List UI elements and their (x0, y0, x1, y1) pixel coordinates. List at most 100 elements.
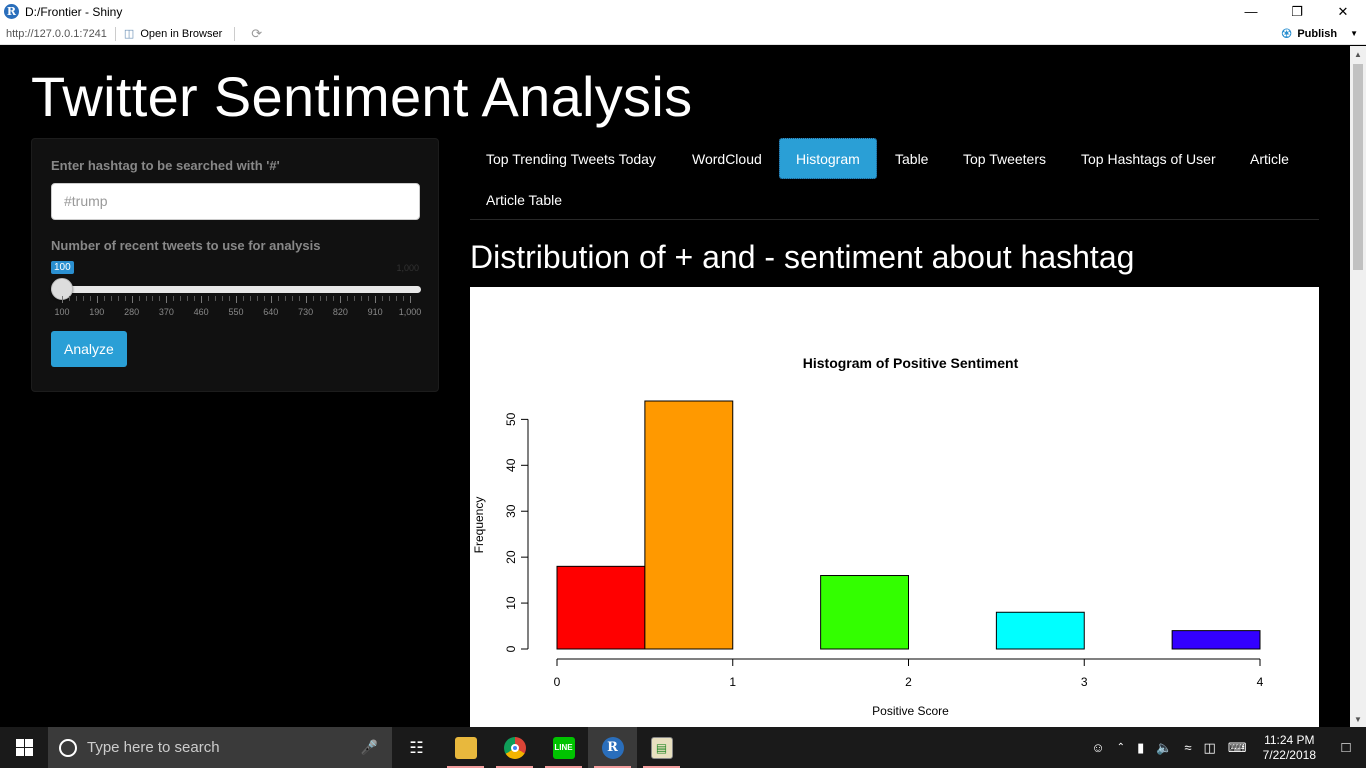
y-axis-label: Frequency (472, 497, 486, 554)
scroll-down-icon[interactable]: ▼ (1350, 711, 1366, 727)
x-tick-label: 3 (1081, 675, 1088, 689)
wifi-icon[interactable]: ≈ (1184, 740, 1191, 755)
chart-app-icon[interactable]: ▤ (637, 727, 686, 768)
slider-ticks (62, 296, 411, 304)
histogram-plot: Histogram of Positive Sentiment 0 1 2 3 4 Posi… (470, 287, 1319, 727)
y-tick-label: 0 (504, 645, 518, 652)
histogram-bar (1171, 630, 1261, 650)
slider-tick (124, 296, 126, 301)
tab-histogram[interactable]: Histogram (779, 138, 877, 179)
minimize-icon[interactable]: — (1228, 0, 1274, 23)
slider-track[interactable] (51, 286, 421, 293)
slider-tick (131, 296, 133, 303)
slider-tick (305, 296, 307, 303)
tweets-count-label: Number of recent tweets to use for analy… (51, 238, 321, 253)
vertical-scrollbar[interactable]: ▲ ▼ (1350, 46, 1366, 727)
analyze-button[interactable]: Analyze (51, 331, 127, 367)
slider-tick (152, 296, 154, 301)
windows-logo-icon (15, 739, 33, 756)
slider-tick-label: 730 (298, 307, 314, 317)
slider-tick (242, 296, 244, 301)
slider-tick (368, 296, 370, 301)
slider-tick (89, 296, 91, 301)
tab-table[interactable]: Table (879, 138, 944, 179)
taskbar: Type here to search 🎤 ☷ LINE R ▤ ☺ ⌃ ▮ 🔈… (0, 727, 1366, 768)
restore-icon[interactable]: ❐ (1274, 0, 1320, 23)
tab-article[interactable]: Article (1234, 138, 1305, 179)
tweets-count-slider[interactable]: 100 1,000 100 190 280 370 460 550 640 730 820 910… (51, 261, 421, 321)
slider-tick (229, 296, 231, 301)
rstudio-icon[interactable]: R (588, 727, 637, 768)
slider-tick (347, 296, 349, 301)
tab-top-tweeters[interactable]: Top Tweeters (947, 138, 1062, 179)
line-app-icon[interactable]: LINE (539, 727, 588, 768)
slider-tick (403, 296, 405, 301)
publish-icon: ♼ (1280, 25, 1293, 41)
slider-tick (180, 296, 182, 301)
slider-tick (277, 296, 279, 301)
slider-tick (270, 296, 272, 303)
histogram-bar (556, 565, 646, 650)
start-button[interactable] (0, 727, 48, 768)
slider-tick-label: 100 (54, 307, 70, 317)
slider-tick (319, 296, 321, 301)
publish-label: Publish (1297, 27, 1338, 40)
task-view-icon[interactable]: ☷ (392, 727, 441, 768)
refresh-icon[interactable]: ⟳ (251, 26, 262, 42)
tab-top-trending[interactable]: Top Trending Tweets Today (470, 138, 672, 179)
slider-tick (201, 296, 203, 303)
window-controls: — ❐ ✕ (1228, 0, 1366, 23)
scrollbar-thumb[interactable] (1353, 64, 1363, 270)
slider-tick (333, 296, 335, 301)
slider-tick (96, 296, 98, 303)
slider-tick (291, 296, 293, 301)
slider-tick (410, 296, 411, 303)
slider-tick-label: 910 (367, 307, 383, 317)
slider-tick (159, 296, 161, 301)
tab-top-hashtags-of-user[interactable]: Top Hashtags of User (1065, 138, 1232, 179)
clock-date: 7/22/2018 (1262, 747, 1316, 762)
y-tick-label: 40 (504, 458, 518, 472)
hashtag-input[interactable]: #trump (51, 183, 420, 220)
slider-tick (249, 296, 251, 301)
slider-tick (215, 296, 217, 301)
slider-tick (117, 296, 119, 301)
keyboard-icon[interactable]: ⌨ (1228, 740, 1247, 756)
volume-icon[interactable]: 🔈 (1156, 740, 1172, 756)
slider-tick-label: 820 (332, 307, 348, 317)
slider-tick (222, 296, 224, 301)
slider-tick (82, 296, 84, 301)
taskbar-clock[interactable]: 11:24 PM 7/22/2018 (1263, 733, 1316, 763)
power-icon[interactable]: ◫ (1204, 740, 1216, 756)
scroll-up-icon[interactable]: ▲ (1350, 46, 1366, 62)
system-tray: ☺ ⌃ ▮ 🔈 ≈ ◫ ⌨ 11:24 PM 7/22/2018 □ (1085, 727, 1366, 768)
x-axis-label: Positive Score (872, 704, 949, 718)
people-icon[interactable]: ☺ (1091, 740, 1104, 755)
chrome-icon[interactable] (490, 727, 539, 768)
histogram-bar (820, 575, 909, 650)
browser-icon: ◫ (123, 28, 135, 40)
slider-tick-label: 640 (263, 307, 279, 317)
slider-value-badge: 100 (51, 261, 74, 274)
slider-tick (361, 296, 363, 301)
microphone-icon[interactable]: 🎤 (361, 739, 378, 756)
tab-wordcloud[interactable]: WordCloud (676, 138, 778, 179)
slider-tick (75, 296, 77, 301)
slider-tick (62, 296, 63, 303)
x-tick-label: 4 (1257, 675, 1264, 689)
file-explorer-icon[interactable] (441, 727, 490, 768)
slider-tick (236, 296, 237, 303)
open-in-browser-button[interactable]: ◫ Open in Browser (123, 27, 222, 41)
close-icon[interactable]: ✕ (1320, 0, 1366, 23)
publish-button[interactable]: ♼ Publish ▼ (1281, 26, 1358, 42)
window-title: D:/Frontier - Shiny (25, 4, 123, 19)
chevron-up-icon[interactable]: ⌃ (1117, 742, 1125, 753)
tab-article-table[interactable]: Article Table (470, 179, 578, 220)
taskbar-search-box[interactable]: Type here to search 🎤 (48, 727, 392, 768)
chevron-down-icon[interactable]: ▼ (1350, 29, 1358, 38)
histogram-bar (995, 611, 1085, 650)
slider-tick (389, 296, 391, 301)
y-tick-label: 10 (504, 596, 518, 610)
battery-icon[interactable]: ▮ (1137, 740, 1144, 756)
notification-icon[interactable]: □ (1326, 739, 1366, 756)
